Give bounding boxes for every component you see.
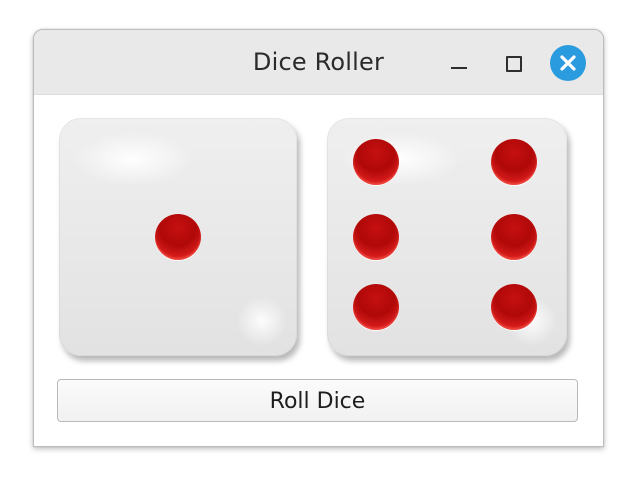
die-highlight: [237, 296, 287, 346]
die-1: [59, 118, 297, 356]
close-button[interactable]: [550, 45, 586, 81]
die-pip: [353, 139, 399, 185]
close-icon: [560, 55, 576, 71]
die-pip: [491, 139, 537, 185]
die-pip: [353, 284, 399, 330]
dice-roller-window: Dice Roller Roll Dice: [33, 29, 604, 447]
die-pip: [491, 284, 537, 330]
maximize-button[interactable]: [496, 46, 530, 80]
die-2: [327, 118, 567, 356]
maximize-icon: [506, 56, 522, 72]
die-pip: [353, 214, 399, 260]
title-bar[interactable]: Dice Roller: [34, 30, 603, 95]
die-pip: [491, 214, 537, 260]
minimize-button[interactable]: [442, 46, 476, 80]
minimize-icon: [451, 67, 467, 69]
die-highlight: [73, 132, 193, 186]
die-pip: [155, 214, 201, 260]
roll-dice-button[interactable]: Roll Dice: [57, 379, 578, 422]
